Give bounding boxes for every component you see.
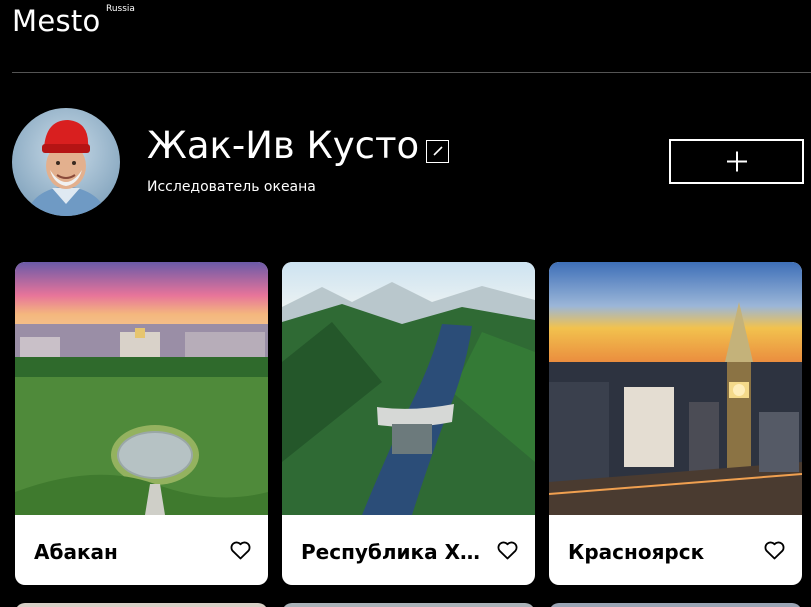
logo: Mesto (12, 4, 101, 38)
card (15, 603, 268, 607)
card-image[interactable] (15, 262, 268, 515)
like-button[interactable] (497, 541, 518, 560)
edit-profile-button[interactable] (426, 140, 449, 163)
card-image[interactable] (282, 262, 535, 515)
pencil-icon (432, 146, 443, 156)
card-title: Республика Хакасия (301, 540, 481, 564)
add-card-button[interactable] (669, 139, 804, 184)
card-image[interactable] (549, 262, 802, 515)
profile: Жак-Ив Кусто Исследователь океана (12, 108, 804, 216)
profile-name: Жак-Ив Кусто (147, 124, 420, 167)
card (282, 603, 535, 607)
plus-icon (727, 151, 747, 172)
heart-icon (764, 541, 785, 560)
card: Абакан (15, 262, 268, 585)
card-title: Абакан (34, 540, 118, 564)
card (549, 603, 802, 607)
avatar[interactable] (12, 108, 120, 216)
card-title: Красноярск (568, 540, 705, 564)
header: Mesto Russia (12, 0, 811, 73)
like-button[interactable] (764, 541, 785, 560)
heart-icon (497, 541, 518, 560)
logo-region: Russia (106, 4, 135, 14)
card: Красноярск (549, 262, 802, 585)
profile-about: Исследователь океана (147, 179, 316, 195)
like-button[interactable] (230, 541, 251, 560)
card: Республика Хакасия (282, 262, 535, 585)
heart-icon (230, 541, 251, 560)
